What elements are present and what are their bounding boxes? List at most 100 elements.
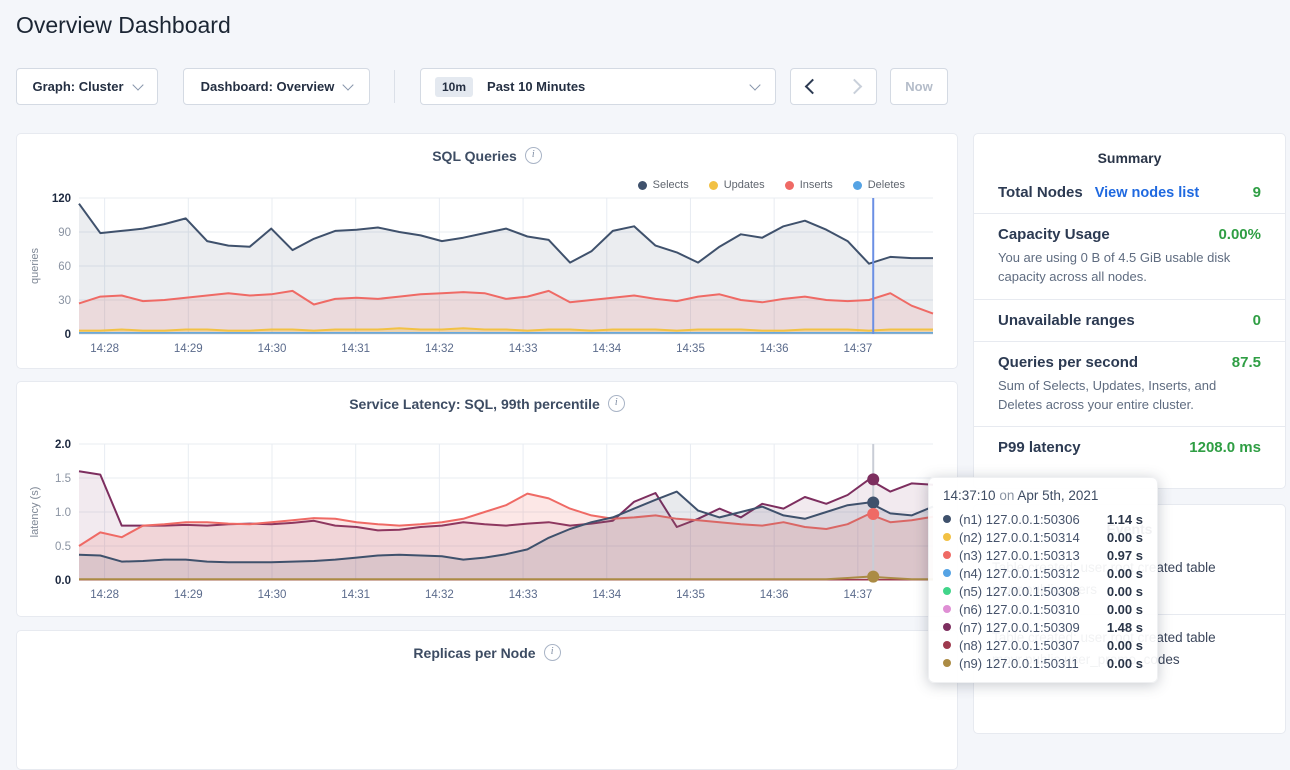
node-color-dot-icon: [943, 623, 951, 631]
tooltip-conj: on: [999, 488, 1014, 503]
svg-text:2.0: 2.0: [55, 439, 71, 451]
tooltip-timestamp: 14:37:10 on Apr 5th, 2021: [943, 488, 1143, 503]
svg-text:14:29: 14:29: [174, 343, 203, 355]
time-prev-button[interactable]: [790, 68, 834, 105]
now-button-label: Now: [905, 79, 932, 94]
graph-dropdown[interactable]: Graph: Cluster: [16, 68, 158, 105]
svg-text:14:34: 14:34: [592, 589, 621, 601]
node-address: (n1) 127.0.0.1:50306: [959, 512, 1080, 527]
node-address: (n2) 127.0.0.1:50314: [959, 530, 1080, 545]
node-address: (n8) 127.0.0.1:50307: [959, 638, 1080, 653]
legend-item-inserts[interactable]: Inserts: [785, 179, 833, 191]
node-latency-value: 1.14 s: [1107, 512, 1143, 527]
chevron-left-icon: [804, 79, 820, 95]
legend-dot-icon: [709, 181, 718, 190]
summary-label: Total Nodes: [998, 184, 1083, 201]
node-color-dot-icon: [943, 551, 951, 559]
summary-row: Capacity Usage0.00%You are using 0 B of …: [974, 213, 1285, 299]
summary-label: Capacity Usage: [998, 226, 1110, 243]
node-color-dot-icon: [943, 587, 951, 595]
chevron-down-icon: [132, 79, 143, 90]
svg-text:14:33: 14:33: [509, 343, 538, 355]
time-next-button[interactable]: [833, 68, 877, 105]
summary-label: Unavailable ranges: [998, 312, 1135, 329]
node-address: (n4) 127.0.0.1:50312: [959, 566, 1080, 581]
svg-text:14:28: 14:28: [90, 589, 119, 601]
time-range-dropdown[interactable]: 10m Past 10 Minutes: [420, 68, 776, 105]
tooltip-node-row: (n8) 127.0.0.1:503070.00 s: [943, 636, 1143, 654]
svg-text:14:35: 14:35: [676, 589, 705, 601]
dashboard-dropdown[interactable]: Dashboard: Overview: [183, 68, 370, 105]
chevron-right-icon: [847, 79, 863, 95]
svg-text:14:37: 14:37: [843, 343, 872, 355]
tooltip-node-row: (n5) 127.0.0.1:50308 0.00 s: [943, 582, 1143, 600]
summary-link[interactable]: View nodes list: [1095, 185, 1200, 201]
summary-value: 87.5: [1232, 354, 1261, 371]
svg-text:14:29: 14:29: [174, 589, 203, 601]
summary-panel: Summary Total NodesView nodes list9Capac…: [973, 133, 1286, 489]
node-address: (n6) 127.0.0.1:50310: [959, 602, 1080, 617]
chart-tooltip: 14:37:10 on Apr 5th, 2021 (n1) 127.0.0.1…: [928, 477, 1158, 683]
summary-row: Unavailable ranges 0: [974, 299, 1285, 341]
legend-label: Selects: [653, 179, 689, 191]
replicas-per-node-title: Replicas per Node: [413, 645, 535, 661]
node-latency-value: 0.00 s: [1107, 656, 1143, 671]
svg-text:14:30: 14:30: [258, 343, 287, 355]
node-latency-value: 1.48 s: [1107, 620, 1143, 635]
svg-text:14:28: 14:28: [90, 343, 119, 355]
sql-queries-legend: Selects Updates Inserts Deletes: [638, 179, 905, 191]
svg-text:14:30: 14:30: [258, 589, 287, 601]
svg-text:14:35: 14:35: [676, 343, 705, 355]
svg-text:0.0: 0.0: [55, 575, 71, 587]
summary-label: Queries per second: [998, 354, 1138, 371]
summary-value: 0: [1253, 312, 1261, 329]
node-address: (n5) 127.0.0.1:50308: [959, 584, 1080, 599]
tooltip-node-row: (n4) 127.0.0.1:503120.00 s: [943, 564, 1143, 582]
sql-queries-chart[interactable]: 030609012014:2814:2914:3014:3114:3214:33…: [25, 192, 951, 360]
svg-text:14:37: 14:37: [843, 589, 872, 601]
svg-text:30: 30: [58, 295, 71, 307]
chevron-down-icon: [343, 79, 354, 90]
info-icon[interactable]: [544, 644, 561, 661]
legend-item-selects[interactable]: Selects: [638, 179, 689, 191]
node-latency-value: 0.00 s: [1107, 602, 1143, 617]
replicas-per-node-panel: Replicas per Node: [16, 630, 958, 770]
service-latency-title: Service Latency: SQL, 99th percentile: [349, 396, 600, 412]
svg-text:60: 60: [58, 261, 71, 273]
tooltip-node-row: (n2) 127.0.0.1:50314 0.00 s: [943, 528, 1143, 546]
sql-queries-panel: SQL Queries SelectsUpdatesInsertsDeletes…: [16, 133, 958, 369]
legend-item-updates[interactable]: Updates: [709, 179, 765, 191]
svg-text:14:31: 14:31: [341, 589, 370, 601]
tooltip-node-row: (n9) 127.0.0.1:50311 0.00 s: [943, 654, 1143, 672]
node-color-dot-icon: [943, 569, 951, 577]
svg-text:14:34: 14:34: [592, 343, 621, 355]
node-latency-value: 0.00 s: [1107, 584, 1143, 599]
svg-text:14:33: 14:33: [509, 589, 538, 601]
node-color-dot-icon: [943, 605, 951, 613]
node-latency-value: 0.00 s: [1107, 530, 1143, 545]
page-title: Overview Dashboard: [16, 12, 231, 39]
summary-row: Queries per second 87.5 Sum of Selects, Up…: [974, 341, 1285, 427]
svg-text:1.5: 1.5: [55, 473, 71, 485]
tooltip-node-row: (n3) 127.0.0.1:503130.97 s: [943, 546, 1143, 564]
info-icon[interactable]: [608, 395, 625, 412]
node-color-dot-icon: [943, 641, 951, 649]
node-color-dot-icon: [943, 533, 951, 541]
now-button[interactable]: Now: [890, 68, 948, 105]
svg-text:latency (s): latency (s): [29, 487, 41, 538]
info-icon[interactable]: [525, 147, 542, 164]
node-latency-value: 0.97 s: [1107, 548, 1143, 563]
summary-value: 0.00%: [1218, 226, 1261, 243]
time-range-badge: 10m: [435, 77, 473, 97]
service-latency-chart[interactable]: 0.00.51.01.52.014:2814:2914:3014:3114:32…: [25, 438, 951, 606]
node-address: (n9) 127.0.0.1:50311: [959, 656, 1079, 671]
svg-text:0: 0: [65, 329, 71, 341]
svg-text:14:31: 14:31: [341, 343, 370, 355]
summary-title: Summary: [974, 134, 1285, 166]
summary-value: 1208.0 ms: [1189, 439, 1261, 456]
chevron-down-icon: [749, 79, 760, 90]
legend-item-deletes[interactable]: Deletes: [853, 179, 905, 191]
summary-subtext: Sum of Selects, Updates, Inserts, and De…: [998, 377, 1261, 415]
svg-text:90: 90: [58, 227, 71, 239]
svg-text:14:36: 14:36: [760, 589, 789, 601]
